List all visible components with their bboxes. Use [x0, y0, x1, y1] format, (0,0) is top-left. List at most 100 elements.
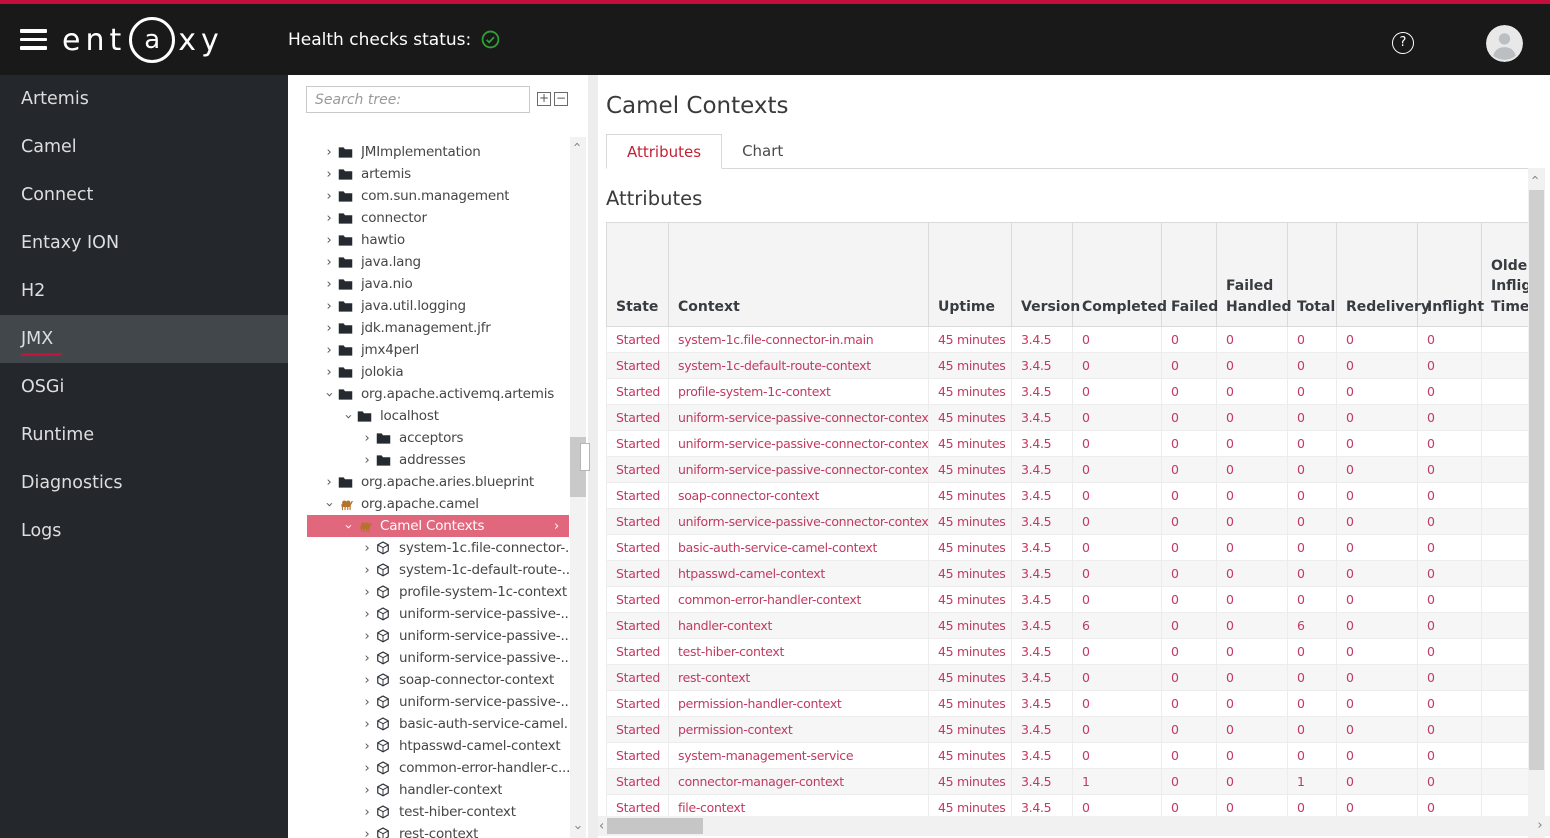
tree-node-system-1c-file-connector[interactable]: › system-1c.file-connector-... [307, 537, 570, 559]
chevron-right-icon[interactable]: › [361, 761, 373, 776]
chevron-right-icon[interactable]: › [361, 651, 373, 666]
table-row[interactable]: Started rest-context 45 minutes 3.4.5 0 0 0 0 0 0 [606, 664, 1528, 691]
tree-node-common-error-handler-c[interactable]: › common-error-handler-c... [307, 757, 570, 779]
vertical-scrollbar-thumb[interactable] [1529, 190, 1544, 770]
tree-node-org-apache-activemq-artemis[interactable]: › org.apache.activemq.artemis [307, 383, 569, 405]
tree-node-connector[interactable]: › connector [307, 207, 569, 229]
chevron-right-icon[interactable]: › [323, 167, 335, 182]
help-icon[interactable]: ? [1392, 32, 1414, 54]
table-row[interactable]: Started handler-context 45 minutes 3.4.5 6 0 0… [606, 612, 1528, 639]
chevron-right-icon[interactable]: › [323, 365, 335, 380]
tree-node-basic-auth-service-camel[interactable]: › basic-auth-service-camel... [307, 713, 570, 735]
tree-node-java-lang[interactable]: › java.lang [307, 251, 569, 273]
tree-node-com-sun-management[interactable]: › com.sun.management [307, 185, 569, 207]
chevron-right-icon[interactable]: › [361, 805, 373, 820]
chevron-right-icon[interactable]: › [361, 695, 373, 710]
column-header-uptime[interactable]: Uptime [928, 222, 1012, 327]
chevron-right-icon[interactable]: › [361, 607, 373, 622]
chevron-down-icon[interactable]: › [341, 410, 356, 422]
chevron-right-icon[interactable]: › [323, 321, 335, 336]
tree-scrollbar[interactable]: › › [570, 137, 586, 838]
scroll-up-icon[interactable]: › [1528, 170, 1544, 186]
table-row[interactable]: Started permission-handler-context 45 minu… [606, 690, 1528, 717]
table-row[interactable]: Started test-hiber-context 45 minutes 3.4.5… [606, 638, 1528, 665]
table-row[interactable]: Started system-management-service 45 minut… [606, 742, 1528, 769]
chevron-right-icon[interactable]: › [323, 277, 335, 292]
expand-all-button[interactable]: + [537, 92, 551, 106]
scroll-down-icon[interactable]: › [570, 820, 586, 836]
chevron-right-icon[interactable]: › [361, 717, 373, 732]
tree-node-jmimplementation[interactable]: › JMImplementation [307, 141, 569, 163]
tree-node-handler-context[interactable]: › handler-context [307, 779, 569, 801]
tree-node-hawtio[interactable]: › hawtio [307, 229, 569, 251]
chevron-right-icon[interactable]: › [323, 299, 335, 314]
chevron-right-icon[interactable]: › [361, 585, 373, 600]
tree-node-uniform-service-passive[interactable]: › uniform-service-passive-... [307, 691, 570, 713]
chevron-down-icon[interactable]: › [322, 388, 337, 400]
column-header-failed[interactable]: Failed [1161, 222, 1218, 327]
sidebar-item-diagnostics[interactable]: Diagnostics [0, 459, 288, 507]
chevron-right-icon[interactable]: › [323, 211, 335, 226]
table-row[interactable]: Started permission-context 45 minutes 3.4.5… [606, 716, 1528, 743]
tree-node-artemis[interactable]: › artemis [307, 163, 569, 185]
sidebar-item-runtime[interactable]: Runtime [0, 411, 288, 459]
chevron-right-icon[interactable]: › [323, 475, 335, 490]
sidebar-item-connect[interactable]: Connect [0, 171, 288, 219]
chevron-right-icon[interactable]: › [361, 673, 373, 688]
scroll-up-icon[interactable]: › [570, 137, 586, 153]
column-header-state[interactable]: State [606, 222, 669, 327]
chevron-right-icon[interactable]: › [323, 343, 335, 358]
collapse-all-button[interactable]: − [554, 92, 568, 106]
tree-node-addresses[interactable]: › addresses [307, 449, 569, 471]
tree-node-uniform-service-passive[interactable]: › uniform-service-passive-... [307, 625, 570, 647]
table-row[interactable]: Started basic-auth-service-camel-context 4… [606, 534, 1528, 561]
column-header-version[interactable]: Version [1011, 222, 1080, 327]
table-row[interactable]: Started system-1c-default-route-context 45… [606, 352, 1528, 379]
content-horizontal-scrollbar[interactable]: › › [598, 816, 1550, 836]
search-input[interactable] [306, 86, 530, 113]
tree-node-profile-system-1c-context[interactable]: › profile-system-1c-context [307, 581, 569, 603]
tree-node-camel-contexts[interactable]: › Camel Contexts › [307, 515, 569, 537]
table-row[interactable]: Started uniform-service-passive-connector… [606, 508, 1528, 535]
tree-node-jmx4perl[interactable]: › jmx4perl [307, 339, 569, 361]
tree-node-uniform-service-passive[interactable]: › uniform-service-passive-... [307, 603, 570, 625]
chevron-right-icon[interactable]: › [323, 145, 335, 160]
tree-node-org-apache-aries-blueprint[interactable]: › org.apache.aries.blueprint [307, 471, 569, 493]
tree-node-acceptors[interactable]: › acceptors [307, 427, 569, 449]
column-header-redelivery[interactable]: Redelivery [1336, 222, 1430, 327]
scroll-right-icon[interactable]: › [1532, 818, 1548, 834]
column-header-inflight[interactable]: Inflight [1417, 222, 1484, 327]
table-row[interactable]: Started connector-manager-context 45 minut… [606, 768, 1528, 795]
sidebar-item-camel[interactable]: Camel [0, 123, 288, 171]
table-row[interactable]: Started uniform-service-passive-connector… [606, 404, 1528, 431]
chevron-right-icon[interactable]: › [323, 233, 335, 248]
chevron-right-icon[interactable]: › [361, 827, 373, 838]
chevron-right-icon[interactable]: › [554, 519, 559, 534]
content-vertical-scrollbar[interactable]: › › [1528, 168, 1545, 838]
sidebar-item-entaxy-ion[interactable]: Entaxy ION [0, 219, 288, 267]
table-row[interactable]: Started htpasswd-camel-context 45 minutes 3… [606, 560, 1528, 587]
sidebar-item-osgi[interactable]: OSGi [0, 363, 288, 411]
table-row[interactable]: Started uniform-service-passive-connector… [606, 456, 1528, 483]
tree-node-soap-connector-context[interactable]: › soap-connector-context [307, 669, 569, 691]
tree-node-java-util-logging[interactable]: › java.util.logging [307, 295, 569, 317]
hamburger-menu-icon[interactable] [20, 29, 47, 50]
column-header-oldest-inflight-time[interactable]: Oldest Inflight Time [1481, 222, 1528, 327]
chevron-right-icon[interactable]: › [361, 739, 373, 754]
tree-node-uniform-service-passive[interactable]: › uniform-service-passive-... [307, 647, 570, 669]
chevron-right-icon[interactable]: › [361, 431, 373, 446]
table-row[interactable]: Started uniform-service-passive-connector… [606, 430, 1528, 457]
horizontal-scrollbar-thumb[interactable] [607, 818, 703, 834]
column-header-context[interactable]: Context [668, 222, 929, 327]
tree-node-rest-context[interactable]: › rest-context [307, 823, 569, 838]
chevron-right-icon[interactable]: › [361, 629, 373, 644]
column-header-failed-handled[interactable]: Failed Handled [1216, 222, 1291, 327]
tree-node-test-hiber-context[interactable]: › test-hiber-context [307, 801, 569, 823]
table-row[interactable]: Started soap-connector-context 45 minutes 3… [606, 482, 1528, 509]
tree-node-jdk-management-jfr[interactable]: › jdk.management.jfr [307, 317, 569, 339]
tab-chart[interactable]: Chart [722, 134, 803, 169]
sidebar-item-artemis[interactable]: Artemis [0, 75, 288, 123]
table-row[interactable]: Started system-1c.file-connector-in.main 4… [606, 326, 1528, 353]
chevron-right-icon[interactable]: › [323, 255, 335, 270]
table-row[interactable]: Started common-error-handler-context 45 mi… [606, 586, 1528, 613]
